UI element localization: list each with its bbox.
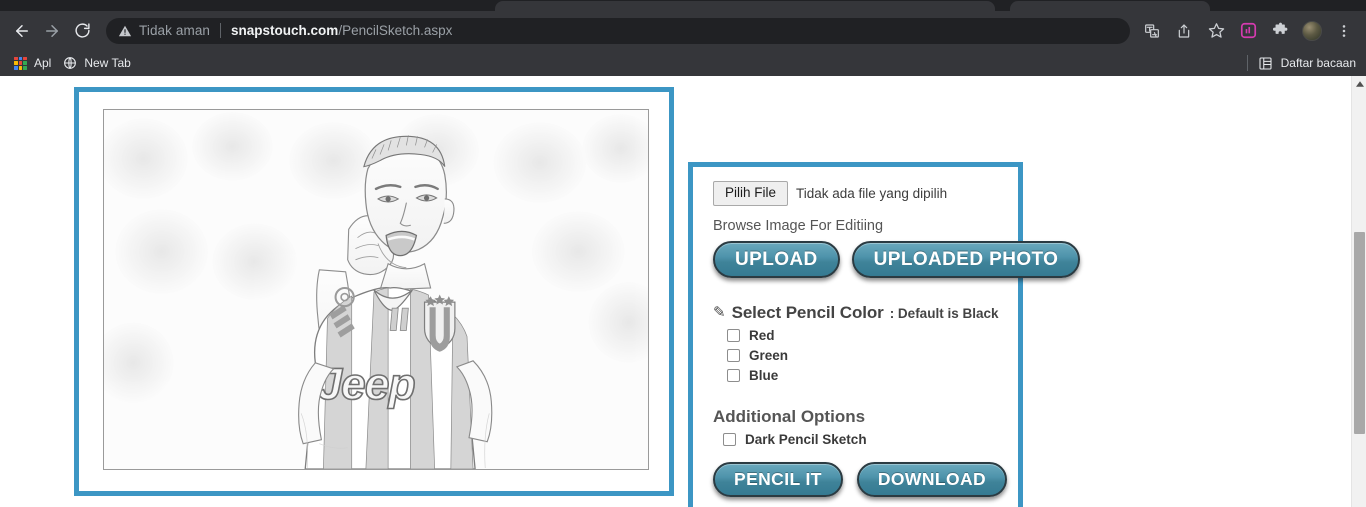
checkbox-label-blue: Blue: [749, 368, 779, 384]
action-button-row: PENCIL IT DOWNLOAD: [713, 462, 1008, 498]
uploaded-photo-button[interactable]: UPLOADED PHOTO: [851, 241, 1081, 279]
choose-file-button[interactable]: Pilih File: [713, 181, 789, 207]
page-content: Jeep Pilih File Tidak ada file yang dipi…: [0, 76, 1366, 507]
additional-options-title: Additional Options: [713, 407, 866, 427]
extensions-puzzle-icon[interactable]: [1266, 17, 1294, 45]
image-preview-frame: Jeep: [74, 87, 674, 496]
forward-button[interactable]: [38, 17, 66, 45]
reading-list-icon: [1258, 56, 1273, 71]
url-path: /PencilSketch.aspx: [338, 23, 453, 38]
pencil-it-button[interactable]: PENCIL IT: [713, 462, 843, 498]
avatar: [1302, 20, 1322, 41]
file-status-text: Tidak ada file yang dipilih: [796, 186, 948, 202]
browser-tab[interactable]: [495, 1, 995, 11]
url-host: snapstouch.com: [231, 23, 339, 38]
upload-button-row: UPLOAD UPLOADED PHOTO: [713, 241, 1081, 279]
chrome-menu-icon[interactable]: [1330, 17, 1358, 45]
toolbar-actions: [1138, 17, 1358, 45]
bookmark-star-icon[interactable]: [1202, 17, 1230, 45]
share-icon[interactable]: [1170, 17, 1198, 45]
pencil-color-title: Select Pencil Color: [731, 303, 884, 323]
checkbox-row-dark-pencil-sketch[interactable]: Dark Pencil Sketch: [723, 432, 1002, 447]
bookmarkbar-divider: [1246, 55, 1248, 71]
checkbox-label-green: Green: [749, 348, 789, 364]
checkbox-row-red[interactable]: Red: [727, 328, 1002, 343]
editor-control-panel: Pilih File Tidak ada file yang dipilih B…: [688, 162, 1081, 507]
file-input-row: Pilih File Tidak ada file yang dipilih: [713, 181, 1002, 207]
sketch-preview: Jeep: [103, 109, 649, 470]
checkbox-label-red: Red: [749, 328, 775, 344]
reading-list-button[interactable]: Daftar bacaan: [1246, 55, 1356, 71]
translate-icon[interactable]: [1138, 17, 1166, 45]
omnibox-divider: [220, 23, 222, 38]
scroll-up-arrow-icon[interactable]: [1352, 76, 1366, 91]
download-button[interactable]: DOWNLOAD: [856, 462, 1008, 498]
pencil-color-heading: ✎ Select Pencil Color : Default is Black: [713, 303, 1002, 323]
reading-list-label: Daftar bacaan: [1280, 56, 1356, 70]
page-scrollbar[interactable]: [1351, 76, 1366, 507]
checkbox-green[interactable]: [727, 349, 740, 363]
checkbox-row-green[interactable]: Green: [727, 348, 1002, 363]
bookmark-item-new-tab[interactable]: New Tab: [59, 54, 138, 72]
bookmark-label: Apl: [34, 56, 52, 70]
address-bar[interactable]: Tidak aman snapstouch.com/PencilSketch.a…: [106, 17, 1130, 44]
svg-text:Jeep: Jeep: [317, 360, 414, 409]
bookmark-item-apps[interactable]: Apl: [10, 54, 59, 72]
globe-icon: [63, 56, 77, 70]
scrollbar-thumb[interactable]: [1354, 232, 1365, 434]
profile-avatar-icon[interactable]: [1298, 17, 1326, 45]
browser-tab-secondary[interactable]: [1010, 1, 1210, 11]
pencil-color-subtitle: : Default is Black: [889, 306, 999, 322]
pencil-sketch-image: Jeep: [104, 110, 648, 469]
checkbox-red[interactable]: [727, 329, 740, 343]
browser-toolbar: Tidak aman snapstouch.com/PencilSketch.a…: [0, 11, 1366, 50]
url-text: snapstouch.com/PencilSketch.aspx: [231, 23, 452, 38]
back-button[interactable]: [8, 17, 36, 45]
pencil-icon: ✎: [713, 304, 726, 322]
checkbox-label-dark-pencil-sketch: Dark Pencil Sketch: [745, 432, 867, 448]
upload-button[interactable]: UPLOAD: [713, 241, 840, 279]
bookmark-label: New Tab: [84, 56, 131, 70]
checkbox-row-blue[interactable]: Blue: [727, 368, 1002, 383]
extension-pink-icon[interactable]: [1234, 17, 1262, 45]
bookmarks-bar: Apl New Tab Daftar bacaan: [0, 50, 1366, 76]
reload-button[interactable]: [68, 17, 96, 45]
checkbox-blue[interactable]: [727, 369, 740, 383]
security-status-text: Tidak aman: [139, 23, 211, 38]
browser-window: Tidak aman snapstouch.com/PencilSketch.a…: [0, 0, 1366, 507]
apps-grid-icon: [14, 56, 27, 70]
browse-label: Browse Image For Editiing: [713, 218, 884, 235]
tab-strip: [0, 0, 1366, 11]
checkbox-dark-pencil-sketch[interactable]: [723, 433, 736, 447]
warning-triangle-icon: [118, 24, 132, 38]
